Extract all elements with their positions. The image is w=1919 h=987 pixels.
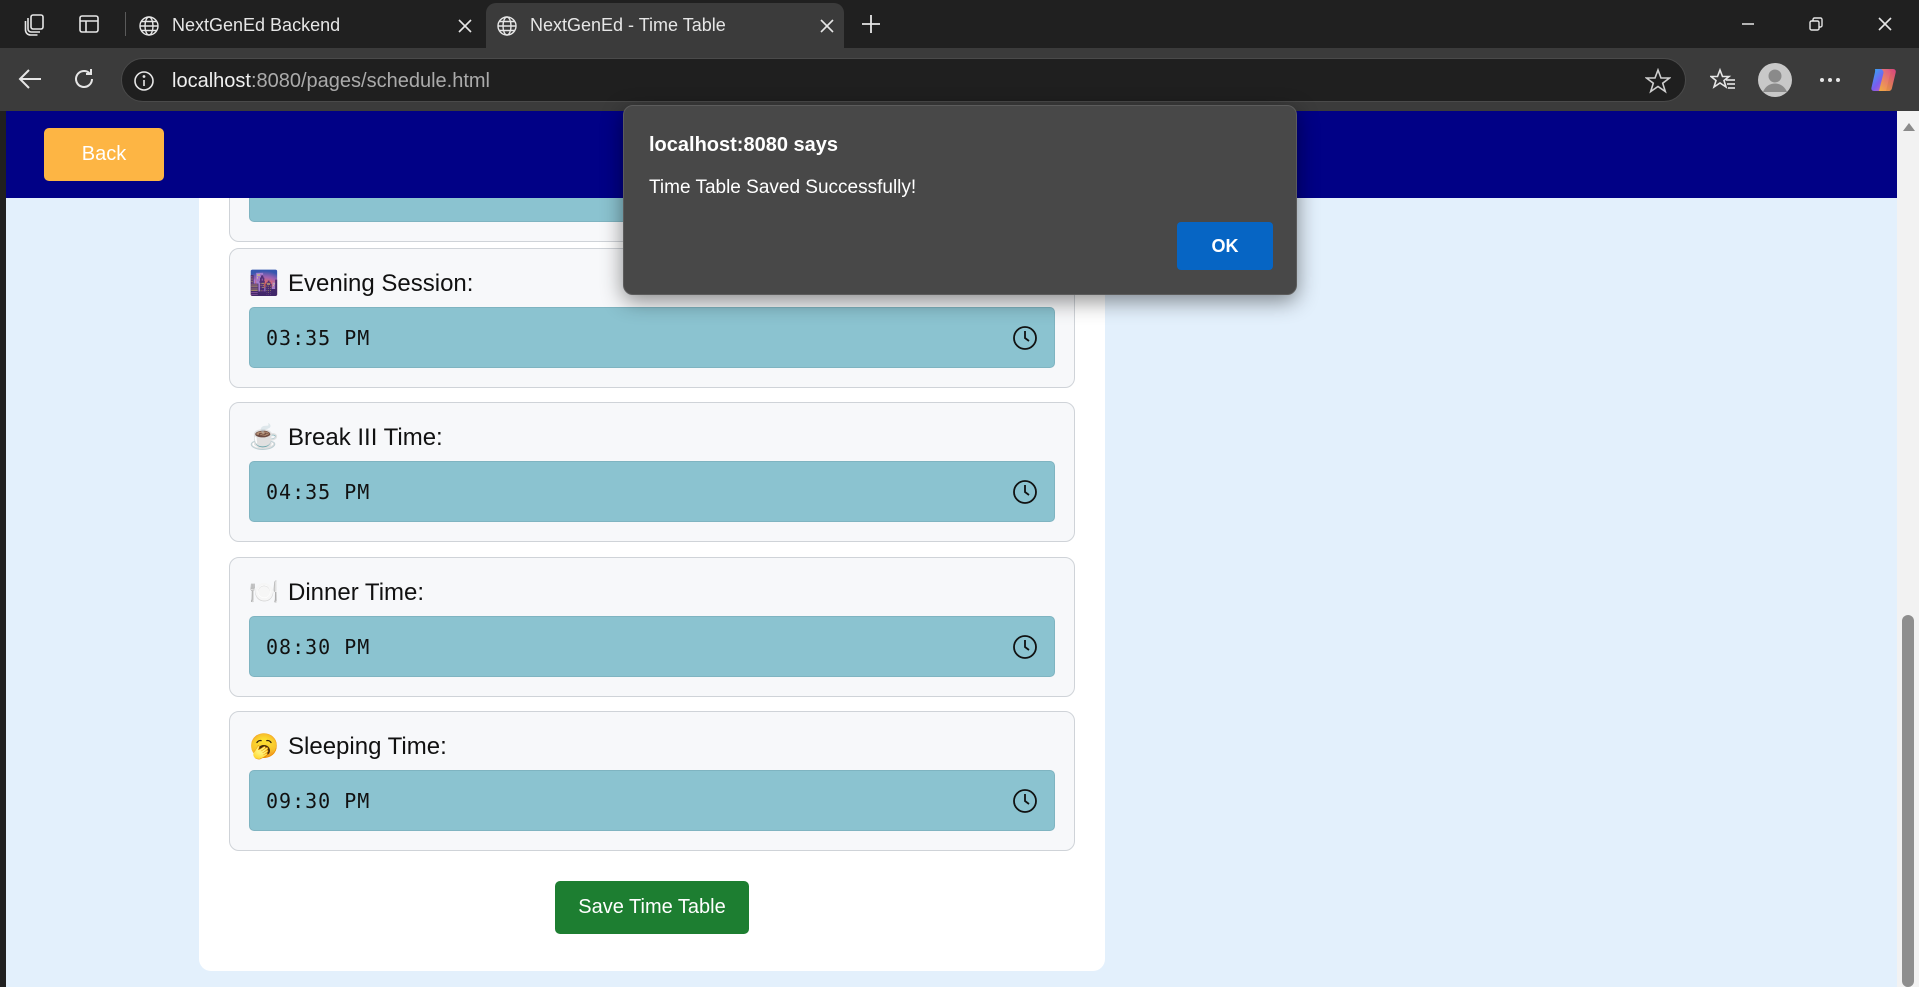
save-time-table-button[interactable]: Save Time Table	[555, 881, 749, 934]
close-tab-icon[interactable]	[810, 18, 844, 33]
tab-actions-icon[interactable]	[74, 11, 104, 37]
clock-icon[interactable]	[1012, 325, 1038, 351]
plate-cutlery-icon: 🍽️	[249, 579, 279, 606]
field-label-text: Evening Session:	[288, 269, 474, 297]
close-window-icon[interactable]	[1857, 6, 1913, 42]
time-value: 04:35 PM	[266, 480, 371, 504]
time-input-dinner[interactable]: 08:30 PM	[249, 616, 1055, 677]
yawning-face-icon: 🥱	[249, 733, 279, 760]
field-label: 🥱 Sleeping Time:	[249, 732, 447, 761]
restore-icon[interactable]	[1788, 6, 1844, 42]
url-host: localhost	[172, 70, 251, 92]
site-info-icon[interactable]	[132, 69, 156, 93]
globe-icon	[138, 15, 160, 37]
scroll-up-arrow-icon[interactable]	[1903, 123, 1915, 131]
minimize-icon[interactable]	[1720, 6, 1776, 42]
tab-title: NextGenEd - Time Table	[530, 15, 726, 35]
time-value: 09:30 PM	[266, 789, 371, 813]
tab-nextgened-backend[interactable]: NextGenEd Backend	[128, 3, 482, 48]
time-input-sleeping[interactable]: 09:30 PM	[249, 770, 1055, 831]
back-button[interactable]: Back	[44, 128, 164, 181]
time-input-evening-session[interactable]: 03:35 PM	[249, 307, 1055, 368]
field-label-text: Sleeping Time:	[288, 732, 447, 760]
field-label: 🌆 Evening Session:	[249, 269, 474, 298]
clock-icon[interactable]	[1012, 634, 1038, 660]
scrollbar-thumb[interactable]	[1902, 615, 1914, 987]
copilot-icon[interactable]	[1866, 62, 1902, 98]
time-value: 03:35 PM	[266, 326, 371, 350]
time-value: 08:30 PM	[266, 635, 371, 659]
hot-beverage-icon: ☕	[249, 424, 279, 451]
dialog-title: localhost:8080 says	[649, 134, 838, 156]
page-scrollbar[interactable]	[1897, 111, 1919, 987]
globe-icon	[496, 15, 518, 37]
back-arrow-icon[interactable]	[13, 62, 47, 96]
time-input-break-iii[interactable]: 04:35 PM	[249, 461, 1055, 522]
clock-icon[interactable]	[1012, 788, 1038, 814]
clock-icon[interactable]	[1012, 479, 1038, 505]
dialog-message: Time Table Saved Successfully!	[649, 177, 917, 198]
browser-tab-bar: NextGenEd Backend NextGenEd - Time Table	[0, 0, 1919, 48]
favorites-icon[interactable]	[1705, 62, 1741, 98]
field-label-text: Break III Time:	[288, 423, 443, 451]
time-field-break-iii: ☕ Break III Time: 04:35 PM	[229, 402, 1075, 542]
tab-title: NextGenEd Backend	[172, 15, 341, 35]
url-path: :8080/pages/schedule.html	[250, 70, 490, 92]
address-bar[interactable]: localhost:8080/pages/schedule.html	[121, 58, 1686, 102]
field-label: ☕ Break III Time:	[249, 423, 443, 452]
time-field-dinner: 🍽️ Dinner Time: 08:30 PM	[229, 557, 1075, 697]
profile-avatar-icon[interactable]	[1757, 62, 1793, 98]
new-tab-plus-icon[interactable]	[855, 9, 887, 39]
alert-dialog: localhost:8080 says Time Table Saved Suc…	[623, 105, 1297, 295]
workspaces-icon[interactable]	[20, 11, 50, 37]
field-label: 🍽️ Dinner Time:	[249, 578, 425, 607]
browser-toolbar: localhost:8080/pages/schedule.html	[0, 48, 1919, 111]
favorite-star-icon[interactable]	[1644, 67, 1672, 99]
ok-button[interactable]: OK	[1177, 222, 1273, 270]
close-tab-icon[interactable]	[448, 18, 482, 33]
field-label-text: Dinner Time:	[288, 578, 425, 606]
more-menu-icon[interactable]	[1812, 62, 1848, 98]
tab-nextgened-time-table[interactable]: NextGenEd - Time Table	[486, 3, 844, 48]
evening-cityscape-icon: 🌆	[249, 270, 279, 297]
refresh-icon[interactable]	[67, 62, 101, 96]
time-field-sleeping: 🥱 Sleeping Time: 09:30 PM	[229, 711, 1075, 851]
url-text: localhost:8080/pages/schedule.html	[172, 70, 490, 93]
tab-separator	[125, 12, 126, 36]
